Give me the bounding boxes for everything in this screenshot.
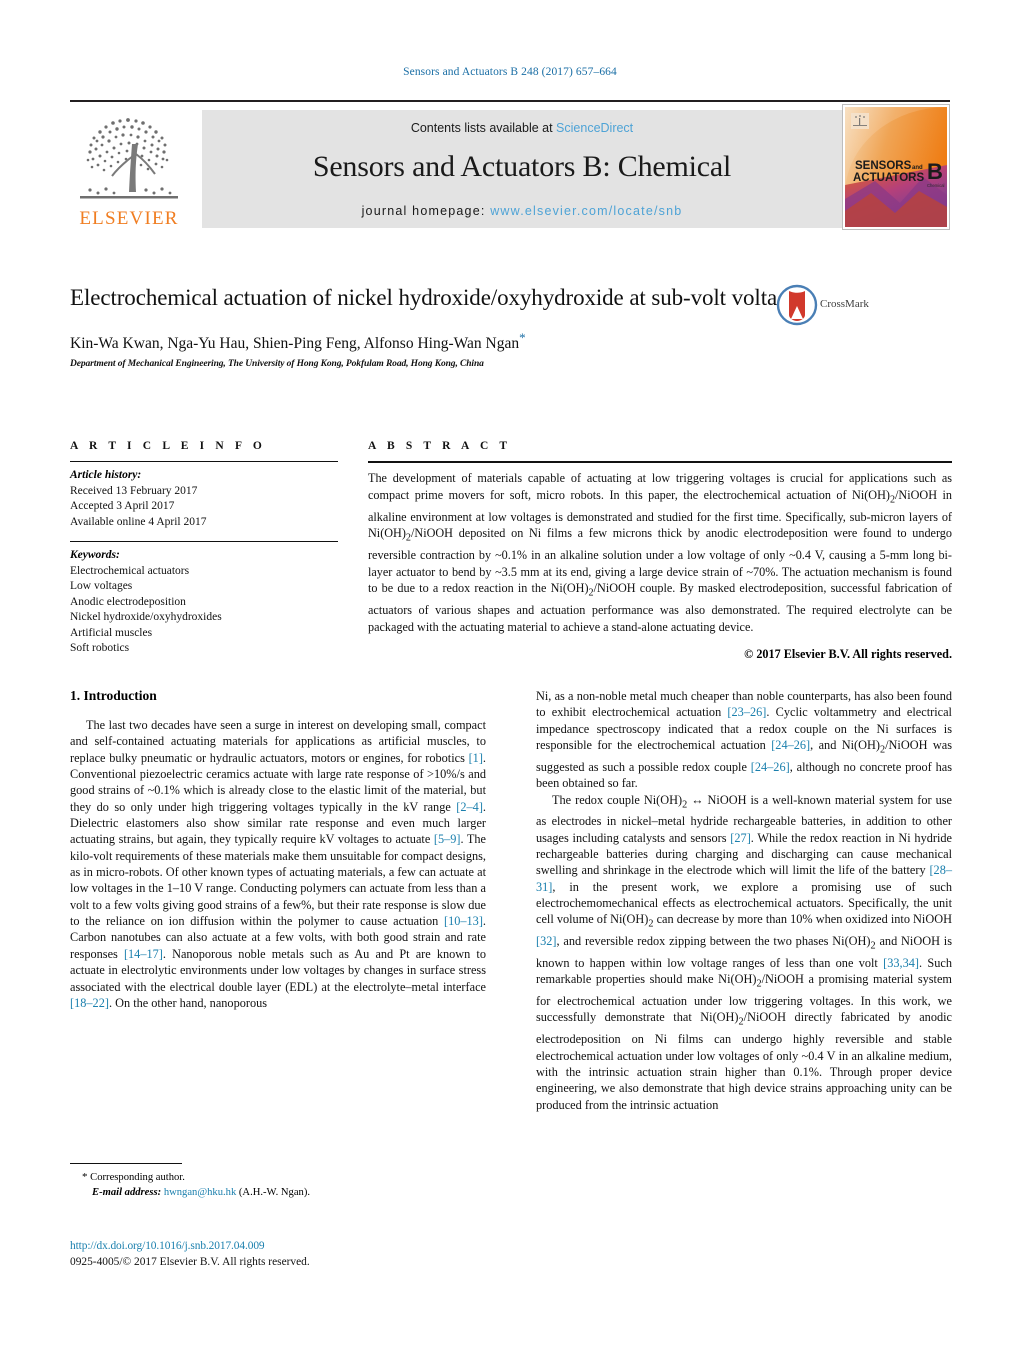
info-abstract-region: A R T I C L E I N F O Article history: R…	[70, 440, 952, 668]
keyword-item: Soft robotics	[70, 642, 130, 654]
journal-masthead: ELSEVIER Contents lists available at Sci…	[70, 100, 950, 230]
footnote-block: * Corresponding author. E-mail address: …	[70, 1163, 486, 1200]
elsevier-tree-icon	[80, 118, 178, 199]
sciencedirect-link[interactable]: ScienceDirect	[556, 121, 633, 135]
abstract-text: The development of materials capable of …	[368, 471, 952, 635]
copyright-line: © 2017 Elsevier B.V. All rights reserved…	[744, 646, 952, 661]
email-link[interactable]: hwngan@hku.hk	[164, 1187, 236, 1198]
title-block: Electrochemical actuation of nickel hydr…	[70, 282, 869, 370]
article-history-label: Article history:	[70, 469, 142, 481]
masthead-band: Contents lists available at ScienceDirec…	[202, 110, 842, 228]
contents-prefix: Contents lists available at	[410, 121, 557, 135]
cover-line1: SENSORS	[855, 160, 912, 172]
paper-page: Sensors and Actuators B 248 (2017) 657–6…	[0, 0, 1020, 1351]
cover-line2: ACTUATORS	[853, 172, 924, 184]
crossmark-label: CrossMark	[820, 298, 869, 310]
cover-and: and	[912, 165, 923, 171]
journal-cover-thumbnail[interactable]: SENSORS and ACTUATORS B Chemical	[842, 104, 950, 230]
article-history-online: Available online 4 April 2017	[70, 515, 207, 528]
journal-homepage-line: journal homepage: www.elsevier.com/locat…	[202, 204, 842, 218]
intro-paragraph-left: The last two decades have seen a surge i…	[70, 718, 486, 1010]
abstract-heading: A B S T R A C T	[368, 440, 512, 452]
cover-sub: Chemical	[927, 183, 945, 188]
corresponding-author-note: * Corresponding author.	[70, 1170, 486, 1186]
affiliation: Department of Mechanical Engineering, Th…	[70, 359, 484, 370]
article-history-received: Received 13 February 2017	[70, 484, 198, 497]
issn-copyright-line: 0925-4005/© 2017 Elsevier B.V. All right…	[70, 1256, 310, 1268]
section-heading-introduction: 1. Introduction	[70, 688, 157, 703]
corresponding-author-label: Corresponding author.	[90, 1172, 185, 1183]
article-history-accepted: Accepted 3 April 2017	[70, 500, 175, 512]
page-title: Electrochemical actuation of nickel hydr…	[70, 285, 808, 310]
contents-available-line: Contents lists available at ScienceDirec…	[202, 121, 842, 135]
intro-paragraph-right-2: The redox couple Ni(OH)2 ↔ NiOOH is a we…	[536, 792, 953, 1112]
journal-homepage-link[interactable]: www.elsevier.com/locate/snb	[490, 204, 682, 218]
email-owner: (A.H.-W. Ngan).	[238, 1186, 311, 1198]
journal-title: Sensors and Actuators B: Chemical	[312, 150, 732, 183]
article-history-group: Article history: Received 13 February 20…	[70, 468, 338, 530]
crossmark-badge[interactable]: CrossMark	[776, 284, 872, 330]
running-head: Sensors and Actuators B 248 (2017) 657–6…	[403, 66, 617, 78]
keywords-rule	[70, 541, 338, 542]
keyword-item: Nickel hydroxide/oxyhydroxides	[70, 611, 222, 623]
crossmark-icon	[776, 284, 818, 326]
keyword-item: Artificial muscles	[70, 626, 153, 639]
elsevier-wordmark: ELSEVIER	[79, 208, 179, 229]
keywords-group: Keywords: Electrochemical actuators Low …	[70, 548, 338, 657]
keywords-label: Keywords:	[70, 549, 120, 561]
abstract-column: A B S T R A C T The development of mater…	[368, 440, 952, 668]
body-column-right: Ni, as a non-noble metal much cheaper th…	[536, 688, 952, 1113]
body-column-left: 1. Introduction The last two decades hav…	[70, 688, 486, 1113]
authors-text: Kin-Wa Kwan, Nga-Yu Hau, Shien-Ping Feng…	[70, 335, 520, 353]
article-info-column: A R T I C L E I N F O Article history: R…	[70, 440, 338, 668]
email-label: E-mail address:	[92, 1186, 162, 1198]
cover-letter: B	[927, 159, 943, 184]
footnote-rule	[70, 1163, 182, 1164]
keyword-item: Anodic electrodeposition	[70, 595, 186, 608]
article-info-heading: A R T I C L E I N F O	[70, 440, 266, 452]
corresponding-author-marker: *	[519, 330, 526, 345]
email-note: E-mail address: hwngan@hku.hk (A.H.-W. N…	[70, 1186, 486, 1201]
journal-cover-art: SENSORS and ACTUATORS B Chemical	[845, 107, 947, 227]
keyword-item: Low voltages	[70, 580, 133, 592]
abstract-rule	[368, 461, 952, 463]
homepage-prefix: journal homepage:	[361, 204, 491, 218]
keyword-item: Electrochemical actuators	[70, 564, 190, 577]
intro-paragraph-right-1: Ni, as a non-noble metal much cheaper th…	[536, 689, 952, 791]
body-columns: 1. Introduction The last two decades hav…	[70, 688, 952, 1113]
elsevier-logo: ELSEVIER	[70, 110, 188, 229]
article-info-rule	[70, 461, 338, 462]
author-list: Kin-Wa Kwan, Nga-Yu Hau, Shien-Ping Feng…	[70, 330, 860, 353]
doi-link[interactable]: http://dx.doi.org/10.1016/j.snb.2017.04.…	[70, 1238, 570, 1254]
doi-block: http://dx.doi.org/10.1016/j.snb.2017.04.…	[70, 1238, 570, 1270]
footnote-star: *	[82, 1171, 88, 1183]
